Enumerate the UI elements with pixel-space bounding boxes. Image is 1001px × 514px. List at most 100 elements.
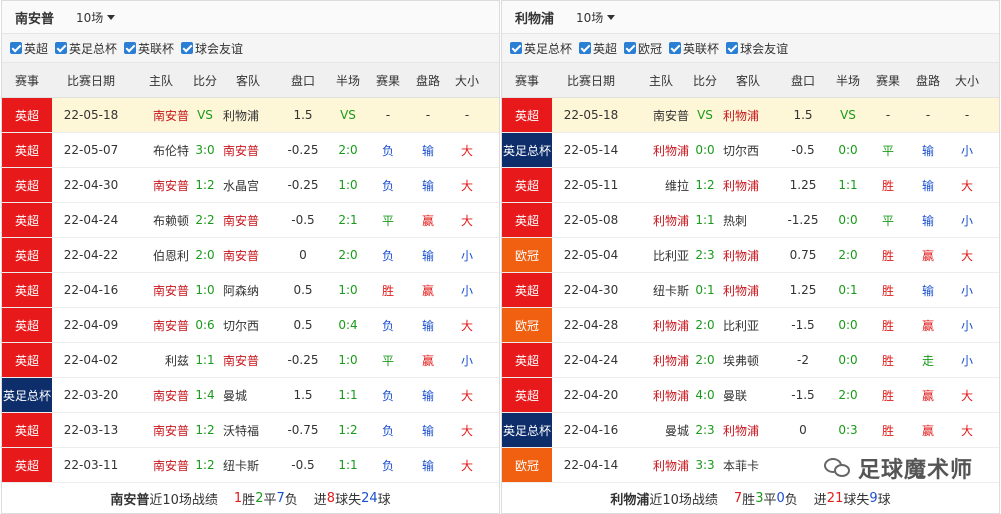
home-team[interactable]: 比利亚 bbox=[630, 247, 692, 264]
home-team[interactable]: 南安普 bbox=[130, 317, 192, 334]
away-team[interactable]: 本菲卡 bbox=[718, 457, 778, 474]
table-row[interactable]: 英足总杯 22-03-20 南安普 1:4 曼城 1.5 1:1 负 输 大 bbox=[2, 378, 499, 413]
home-team[interactable]: 利物浦 bbox=[630, 212, 692, 229]
away-team[interactable]: 切尔西 bbox=[218, 317, 278, 334]
filter-checkbox[interactable]: 英联杯 bbox=[669, 40, 719, 57]
checkbox-checked-icon[interactable] bbox=[624, 42, 637, 54]
filter-checkbox[interactable]: 球会友谊 bbox=[726, 40, 788, 57]
checkbox-checked-icon[interactable] bbox=[10, 42, 22, 54]
table-row[interactable]: 英超 22-04-09 南安普 0:6 切尔西 0.5 0:4 负 输 大 bbox=[2, 308, 499, 343]
competition-badge[interactable]: 英超 bbox=[2, 343, 52, 377]
home-team[interactable]: 南安普 bbox=[130, 107, 192, 124]
checkbox-checked-icon[interactable] bbox=[510, 42, 522, 54]
header-score[interactable]: 比分 bbox=[192, 72, 218, 89]
away-team[interactable]: 水晶宫 bbox=[218, 177, 278, 194]
table-row[interactable]: 英超 22-04-02 利兹 1:1 南安普 -0.25 1:0 平 赢 小 bbox=[2, 343, 499, 378]
away-team[interactable]: 利物浦 bbox=[718, 282, 778, 299]
table-row[interactable]: 英超 22-04-24 布赖顿 2:2 南安普 -0.5 2:1 平 赢 大 bbox=[2, 203, 499, 238]
away-team[interactable]: 曼联 bbox=[718, 387, 778, 404]
competition-badge[interactable]: 英超 bbox=[502, 203, 552, 237]
table-row[interactable]: 英超 22-05-07 布伦特 3:0 南安普 -0.25 2:0 负 输 大 bbox=[2, 133, 499, 168]
checkbox-checked-icon[interactable] bbox=[181, 42, 194, 54]
home-team[interactable]: 纽卡斯 bbox=[630, 282, 692, 299]
home-team[interactable]: 利兹 bbox=[130, 352, 192, 369]
away-team[interactable]: 南安普 bbox=[218, 142, 278, 159]
home-team[interactable]: 南安普 bbox=[630, 107, 692, 124]
away-team[interactable]: 利物浦 bbox=[718, 177, 778, 194]
filter-checkbox[interactable]: 英超 bbox=[10, 40, 48, 57]
competition-badge[interactable]: 英超 bbox=[502, 168, 552, 202]
home-team[interactable]: 南安普 bbox=[130, 282, 192, 299]
home-team[interactable]: 曼城 bbox=[630, 422, 692, 439]
table-row[interactable]: 英超 22-05-11 维拉 1:2 利物浦 1.25 1:1 胜 输 大 bbox=[502, 168, 999, 203]
table-row[interactable]: 英足总杯 22-05-14 利物浦 0:0 切尔西 -0.5 0:0 平输小 bbox=[502, 133, 999, 168]
competition-badge[interactable]: 英超 bbox=[2, 133, 52, 167]
competition-badge[interactable]: 英足总杯 bbox=[2, 378, 52, 412]
competition-badge[interactable]: 欧冠 bbox=[502, 448, 552, 482]
table-row[interactable]: 英超 22-04-30 纽卡斯 0:1 利物浦 1.25 0:1 胜输小 bbox=[502, 273, 999, 308]
home-team[interactable]: 南安普 bbox=[130, 457, 192, 474]
table-row[interactable]: 英超 22-05-08 利物浦 1:1 热刺 -1.25 0:0 平 输 小 bbox=[502, 203, 999, 238]
away-team[interactable]: 南安普 bbox=[218, 352, 278, 369]
competition-badge[interactable]: 英超 bbox=[2, 203, 52, 237]
header-handicap[interactable]: 盘口 bbox=[778, 72, 828, 89]
header-away[interactable]: 客队 bbox=[218, 72, 278, 89]
table-row[interactable]: 欧冠 22-04-28 利物浦 2:0 比利亚 -1.5 0:0 胜 赢 小 bbox=[502, 308, 999, 343]
filter-checkbox[interactable]: 英联杯 bbox=[124, 40, 174, 57]
table-row[interactable]: 英超 22-05-18 南安普 VS 利物浦 1.5 VS - - - bbox=[2, 98, 499, 133]
home-team[interactable]: 利物浦 bbox=[630, 387, 692, 404]
match-count-select[interactable]: 10场 bbox=[76, 9, 116, 26]
header-ou[interactable]: 大小 bbox=[448, 72, 486, 89]
competition-badge[interactable]: 欧冠 bbox=[502, 308, 552, 342]
header-home[interactable]: 主队 bbox=[130, 72, 192, 89]
competition-badge[interactable]: 英超 bbox=[502, 378, 552, 412]
table-row[interactable]: 英超 22-05-18 南安普 VS 利物浦 1.5 VS - - - bbox=[502, 98, 999, 133]
competition-badge[interactable]: 英足总杯 bbox=[502, 413, 552, 447]
competition-badge[interactable]: 英超 bbox=[502, 273, 552, 307]
home-team[interactable]: 南安普 bbox=[130, 387, 192, 404]
checkbox-checked-icon[interactable] bbox=[669, 42, 682, 54]
away-team[interactable]: 热刺 bbox=[718, 212, 778, 229]
header-result[interactable]: 赛果 bbox=[368, 72, 408, 89]
header-result[interactable]: 赛果 bbox=[868, 72, 908, 89]
competition-badge[interactable]: 英超 bbox=[2, 448, 52, 482]
competition-badge[interactable]: 英超 bbox=[2, 308, 52, 342]
checkbox-checked-icon[interactable] bbox=[124, 42, 137, 54]
header-halftime[interactable]: 半场 bbox=[328, 72, 368, 89]
table-row[interactable]: 英超 22-03-13 南安普 1:2 沃特福 -0.75 1:2 负输大 bbox=[2, 413, 499, 448]
filter-checkbox[interactable]: 英超 bbox=[579, 40, 617, 57]
table-row[interactable]: 英足总杯 22-04-16 曼城 2:3 利物浦 0 0:3 胜 赢 大 bbox=[502, 413, 999, 448]
checkbox-checked-icon[interactable] bbox=[726, 42, 739, 54]
home-team[interactable]: 南安普 bbox=[130, 422, 192, 439]
home-team[interactable]: 布伦特 bbox=[130, 142, 192, 159]
home-team[interactable]: 伯恩利 bbox=[130, 247, 192, 264]
table-row[interactable]: 英超 22-03-11 南安普 1:2 纽卡斯 -0.5 1:1 负 输 大 bbox=[2, 448, 499, 483]
table-row[interactable]: 英超 22-04-20 利物浦 4:0 曼联 -1.5 2:0 胜 赢 大 bbox=[502, 378, 999, 413]
home-team[interactable]: 利物浦 bbox=[630, 352, 692, 369]
checkbox-checked-icon[interactable] bbox=[55, 42, 68, 54]
competition-badge[interactable]: 英超 bbox=[2, 98, 52, 132]
header-pl[interactable]: 盘路 bbox=[908, 72, 948, 89]
filter-checkbox[interactable]: 欧冠 bbox=[624, 40, 662, 57]
competition-badge[interactable]: 英超 bbox=[2, 238, 52, 272]
table-row[interactable]: 英超 22-04-22 伯恩利 2:0 南安普 0 2:0 负输小 bbox=[2, 238, 499, 273]
header-home[interactable]: 主队 bbox=[630, 72, 692, 89]
filter-checkbox[interactable]: 球会友谊 bbox=[181, 40, 243, 57]
away-team[interactable]: 利物浦 bbox=[218, 107, 278, 124]
away-team[interactable]: 阿森纳 bbox=[218, 282, 278, 299]
header-date[interactable]: 比赛日期 bbox=[552, 72, 630, 89]
away-team[interactable]: 利物浦 bbox=[718, 107, 778, 124]
header-handicap[interactable]: 盘口 bbox=[278, 72, 328, 89]
away-team[interactable]: 埃弗顿 bbox=[718, 352, 778, 369]
table-row[interactable]: 英超 22-04-16 南安普 1:0 阿森纳 0.5 1:0 胜赢小 bbox=[2, 273, 499, 308]
competition-badge[interactable]: 英超 bbox=[2, 413, 52, 447]
home-team[interactable]: 利物浦 bbox=[630, 142, 692, 159]
header-ou[interactable]: 大小 bbox=[948, 72, 986, 89]
header-comp[interactable]: 赛事 bbox=[2, 63, 52, 97]
away-team[interactable]: 南安普 bbox=[218, 247, 278, 264]
competition-badge[interactable]: 欧冠 bbox=[502, 238, 552, 272]
match-count-select[interactable]: 10场 bbox=[576, 9, 616, 26]
competition-badge[interactable]: 英足总杯 bbox=[502, 133, 552, 167]
table-row[interactable]: 欧冠 22-05-04 比利亚 2:3 利物浦 0.75 2:0 胜 赢 大 bbox=[502, 238, 999, 273]
home-team[interactable]: 利物浦 bbox=[630, 317, 692, 334]
